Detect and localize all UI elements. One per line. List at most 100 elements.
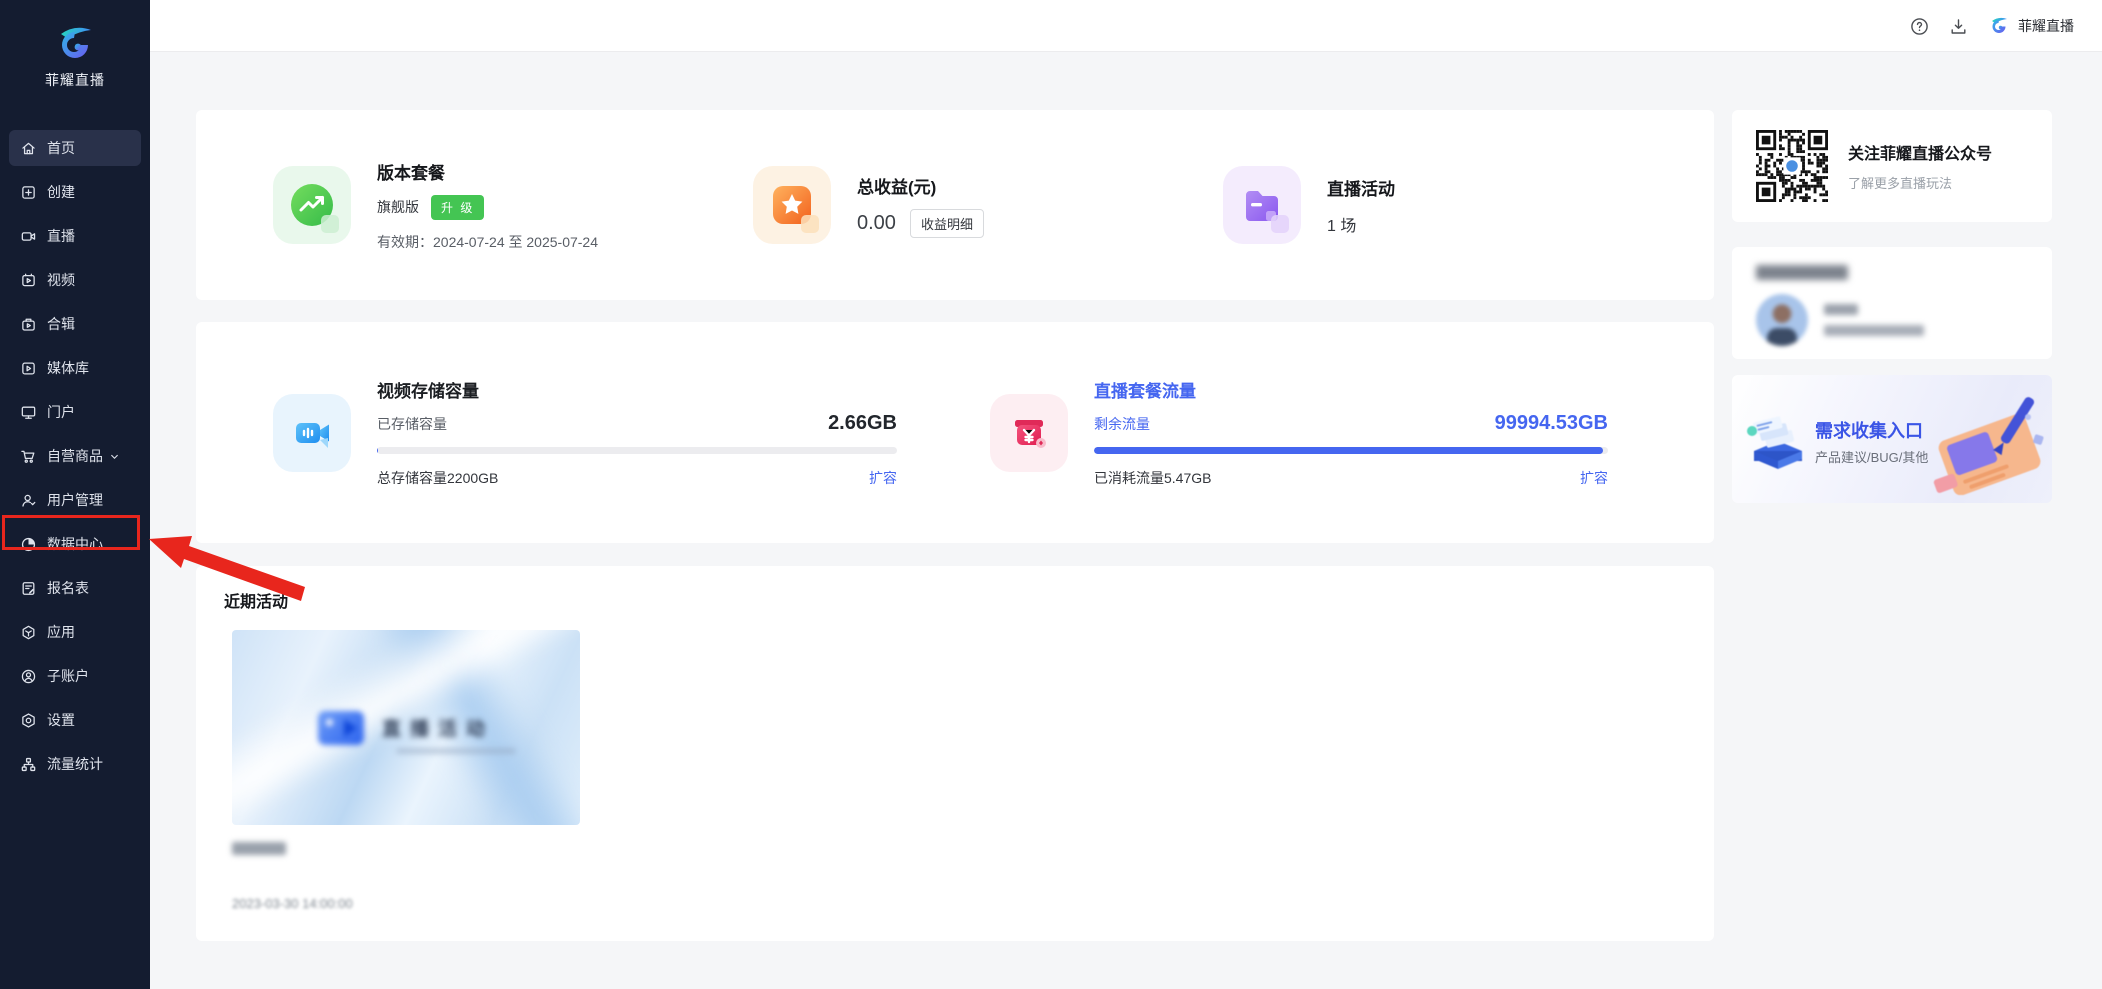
recent-activity-title: 近期活动	[224, 588, 1686, 612]
traffic-stats-icon	[20, 756, 37, 773]
recent-activity-card: 近期活动 直播活动 2023-03-30 14:00:00	[196, 566, 1714, 941]
sidebar-item-label: 合辑	[47, 314, 75, 334]
sidebar-logo-text: 菲耀直播	[0, 70, 150, 90]
own-products-icon	[20, 448, 37, 465]
header-actions: 菲耀直播	[1910, 0, 2074, 52]
sidebar-item-user-management[interactable]: 用户管理	[9, 482, 141, 518]
sidebar-item-settings[interactable]: 设置	[9, 702, 141, 738]
activity-thumbnail[interactable]: 直播活动	[232, 630, 580, 825]
traffic-module: 直播套餐流量 剩余流量 99994.53GB 已消耗流量5.47GB 扩容	[990, 322, 1608, 543]
feedback-printer-illustration	[1746, 407, 1810, 473]
sidebar-item-label: 视频	[47, 270, 75, 290]
sidebar-item-label: 门户	[47, 402, 75, 422]
plan-trend-icon	[273, 166, 351, 244]
plan-stat: 版本套餐 旗舰版 升 级 有效期：2024-07-24 至 2025-07-24	[273, 159, 753, 252]
avatar	[1756, 294, 1808, 346]
live-events-count: 1 场	[1327, 212, 1395, 236]
revenue-value: 0.00	[857, 212, 896, 235]
storage-title: 视频存储容量	[377, 377, 897, 402]
feedback-title: 需求收集入口	[1815, 417, 1923, 443]
usage-card: 视频存储容量 已存储容量 2.66GB 总存储容量2200GB 扩容	[196, 322, 1714, 543]
sidebar-item-create[interactable]: 创建	[9, 174, 141, 210]
sidebar-item-label: 报名表	[47, 578, 89, 598]
revenue-detail-button[interactable]: 收益明细	[910, 209, 984, 238]
sidebar-item-video[interactable]: 视频	[9, 262, 141, 298]
activity-overlay-text: 直播活动	[382, 714, 494, 741]
sidebar-item-label: 设置	[47, 710, 75, 730]
activity-date: 2023-03-30 14:00:00	[232, 896, 353, 911]
feedback-pen-illustration	[1920, 391, 2050, 495]
upgrade-button[interactable]: 升 级	[431, 195, 484, 220]
help-icon[interactable]	[1910, 17, 1929, 36]
sidebar-item-registration-form[interactable]: 报名表	[9, 570, 141, 606]
brand-logo-icon	[1988, 16, 2010, 36]
storage-progress-bar	[377, 447, 897, 454]
traffic-title: 直播套餐流量	[1094, 377, 1608, 402]
storage-total-label: 总存储容量2200GB	[377, 468, 498, 488]
sidebar-item-own-products[interactable]: 自营商品	[9, 438, 141, 474]
video-icon	[20, 272, 37, 289]
sidebar-item-media-library[interactable]: 媒体库	[9, 350, 141, 386]
sidebar-item-portal[interactable]: 门户	[9, 394, 141, 430]
yuan-wallet-icon	[990, 394, 1068, 472]
sidebar-item-collection[interactable]: 合辑	[9, 306, 141, 342]
live-events-stat: 直播活动 1 场	[1223, 166, 1623, 244]
traffic-consumed-label: 已消耗流量5.47GB	[1094, 468, 1211, 488]
qr-subtitle: 了解更多直播玩法	[1848, 173, 1992, 192]
header-account[interactable]: 菲耀直播	[1988, 16, 2074, 36]
activity-name-blurred	[232, 842, 286, 855]
sidebar-item-label: 创建	[47, 182, 75, 202]
qr-title: 关注菲耀直播公众号	[1848, 140, 1992, 164]
agent-name-blurred	[1824, 304, 1858, 315]
header-account-name: 菲耀直播	[2018, 16, 2074, 36]
sidebar-item-label: 应用	[47, 622, 75, 642]
traffic-progress-bar	[1094, 447, 1608, 454]
sub-account-icon	[20, 668, 37, 685]
user-management-icon	[20, 492, 37, 509]
traffic-expand-link[interactable]: 扩容	[1580, 468, 1608, 488]
create-icon	[20, 184, 37, 201]
download-icon[interactable]	[1949, 17, 1968, 36]
sidebar-item-label: 用户管理	[47, 490, 103, 510]
sidebar-item-traffic-stats[interactable]: 流量统计	[9, 746, 141, 782]
storage-used-label: 已存储容量	[377, 414, 447, 434]
plan-title: 版本套餐	[377, 159, 598, 184]
sidebar-item-data-center[interactable]: 数据中心	[9, 526, 141, 562]
plan-validity: 有效期：2024-07-24 至 2025-07-24	[377, 232, 598, 252]
portal-icon	[20, 404, 37, 421]
feedback-entry-card[interactable]: 需求收集入口 产品建议/BUG/其他	[1732, 375, 2052, 503]
sidebar-item-live[interactable]: 直播	[9, 218, 141, 254]
video-camera-icon	[273, 394, 351, 472]
sidebar: 菲耀直播 首页创建直播视频合辑媒体库门户自营商品用户管理数据中心报名表应用子账户…	[0, 0, 150, 989]
storage-expand-link[interactable]: 扩容	[869, 468, 897, 488]
sidebar-item-home[interactable]: 首页	[9, 130, 141, 166]
live-icon	[20, 228, 37, 245]
revenue-star-icon	[753, 166, 831, 244]
storage-module: 视频存储容量 已存储容量 2.66GB 总存储容量2200GB 扩容	[273, 322, 897, 543]
registration-form-icon	[20, 580, 37, 597]
qr-card: 关注菲耀直播公众号 了解更多直播玩法	[1732, 110, 2052, 222]
sidebar-item-apps[interactable]: 应用	[9, 614, 141, 650]
sidebar-item-sub-account[interactable]: 子账户	[9, 658, 141, 694]
sidebar-item-label: 流量统计	[47, 754, 103, 774]
media-library-icon	[20, 360, 37, 377]
overview-card: 版本套餐 旗舰版 升 级 有效期：2024-07-24 至 2025-07-24…	[196, 110, 1714, 300]
collection-icon	[20, 316, 37, 333]
agent-card-title-blurred	[1756, 265, 1848, 280]
top-header: 菲耀直播	[150, 0, 2102, 52]
sidebar-item-label: 直播	[47, 226, 75, 246]
brand-logo-icon	[53, 24, 97, 64]
agent-phone-blurred	[1824, 325, 1924, 336]
apps-icon	[20, 624, 37, 641]
feedback-subtitle: 产品建议/BUG/其他	[1815, 447, 1928, 466]
chevron-down-icon	[109, 451, 120, 462]
home-icon	[20, 140, 37, 157]
sidebar-item-label: 子账户	[47, 666, 89, 686]
plan-tier: 旗舰版	[377, 197, 419, 217]
sidebar-item-label: 自营商品	[47, 446, 103, 466]
sidebar-item-label: 数据中心	[47, 534, 103, 554]
sidebar-menu: 首页创建直播视频合辑媒体库门户自营商品用户管理数据中心报名表应用子账户设置流量统…	[0, 130, 150, 782]
revenue-title: 总收益(元)	[857, 173, 984, 198]
revenue-stat: 总收益(元) 0.00 收益明细	[753, 166, 1223, 244]
data-center-icon	[20, 536, 37, 553]
